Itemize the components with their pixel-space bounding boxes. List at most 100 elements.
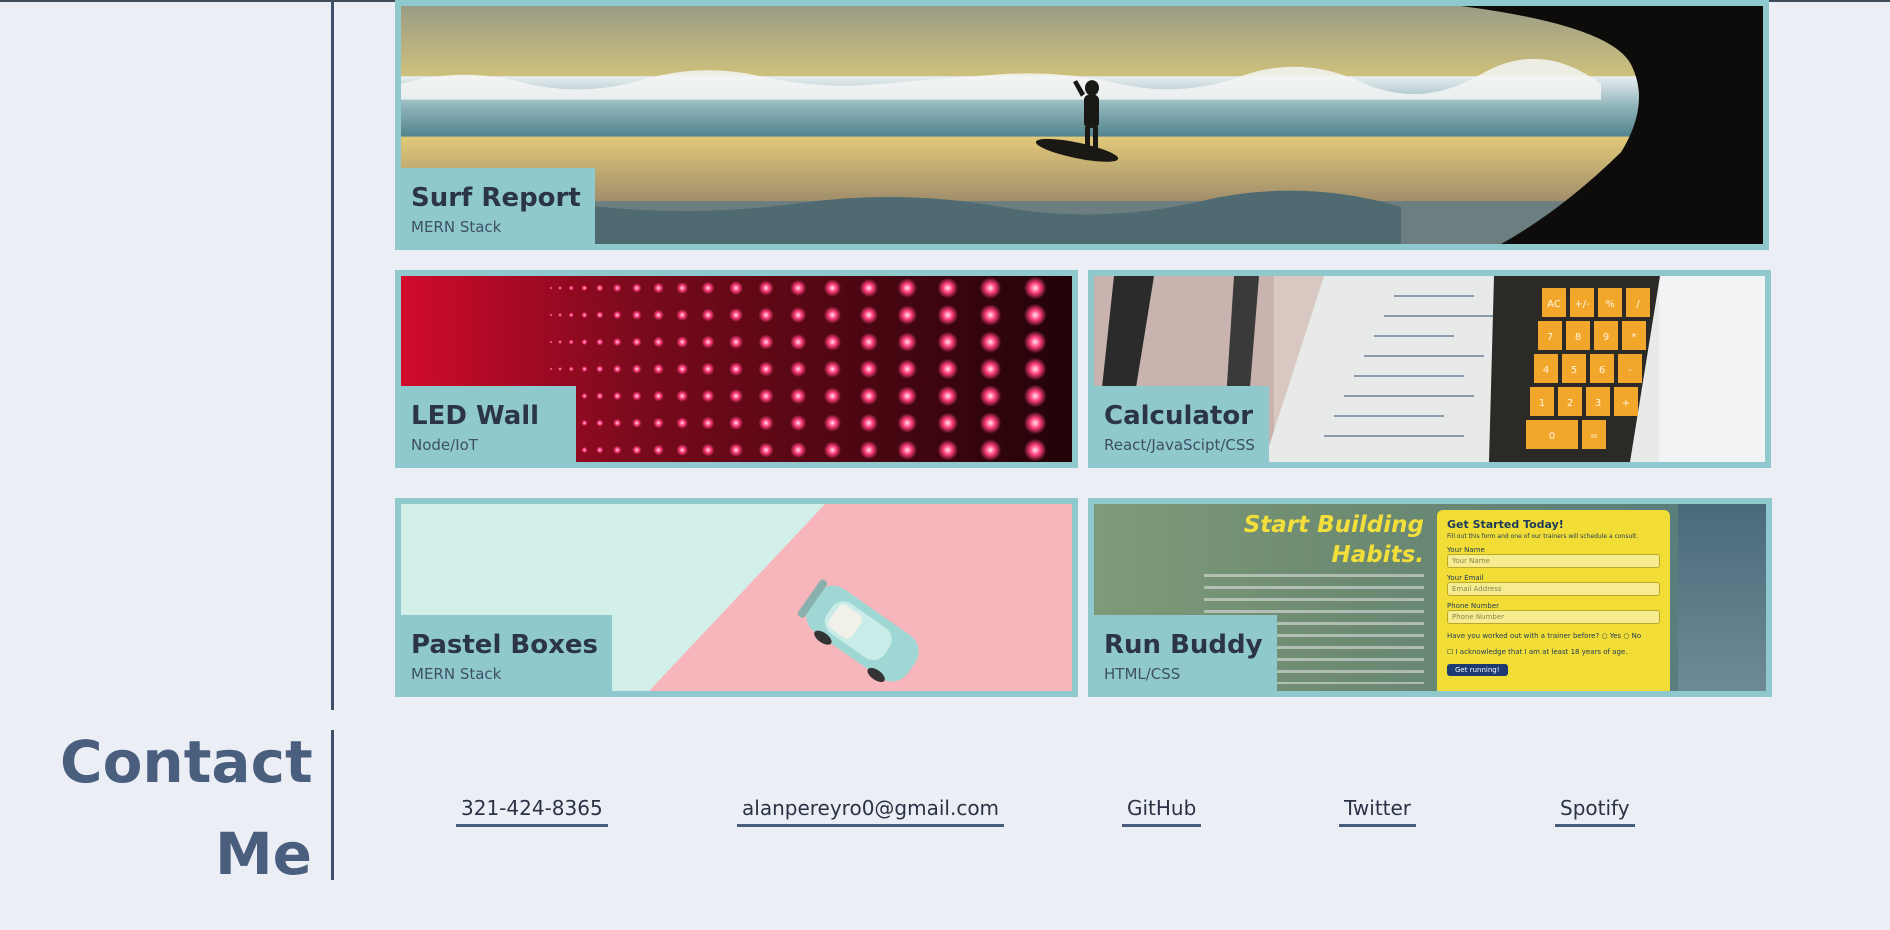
run-buddy-email-label: Your Email: [1447, 574, 1484, 582]
led-dot: [596, 311, 604, 319]
led-dot: [1023, 330, 1047, 354]
calc-key-label: 9: [1603, 332, 1609, 343]
led-dot: [632, 283, 642, 293]
led-dot: [790, 306, 807, 324]
led-dot: [632, 337, 642, 347]
led-dot: [823, 414, 842, 432]
led-dot: [897, 440, 917, 460]
github-link[interactable]: GitHub: [1122, 796, 1202, 827]
led-dot: [581, 365, 588, 373]
led-dot: [1023, 384, 1047, 408]
project-label: Calculator React/JavaScipt/CSS: [1094, 386, 1269, 462]
led-dot: [729, 362, 743, 376]
project-stack: HTML/CSS: [1104, 665, 1181, 683]
led-dot: [676, 390, 689, 402]
contact-heading-line2: Me: [214, 820, 312, 888]
led-dot: [897, 332, 917, 352]
run-buddy-trainer-question-text: Have you worked out with a trainer befor…: [1447, 632, 1600, 640]
led-dot: [596, 338, 604, 346]
project-card-led-wall[interactable]: LED Wall Node/IoT: [395, 270, 1078, 468]
calc-key-label: 1: [1539, 398, 1545, 409]
calc-key-label: 3: [1595, 398, 1601, 409]
run-buddy-form: Get Started Today! Fill out this form an…: [1437, 510, 1670, 691]
project-stack: React/JavaScipt/CSS: [1104, 436, 1255, 454]
led-dot: [897, 359, 917, 379]
project-label: Surf Report MERN Stack: [401, 168, 595, 244]
led-dot: [823, 387, 842, 405]
led-dot: [653, 309, 664, 321]
led-dot: [859, 278, 878, 298]
led-dot: [701, 362, 715, 376]
led-dot: [653, 444, 664, 456]
contact-phone-link[interactable]: 321-424-8365: [456, 796, 608, 827]
project-stack: MERN Stack: [411, 665, 502, 683]
led-dot: [653, 363, 664, 375]
led-dot: [568, 339, 574, 345]
project-label: LED Wall Node/IoT: [401, 386, 576, 462]
led-dot: [979, 439, 1002, 461]
led-dot: [823, 306, 842, 324]
twitter-link[interactable]: Twitter: [1339, 796, 1417, 827]
project-card-pastel-boxes[interactable]: Pastel Boxes MERN Stack: [395, 498, 1078, 697]
project-title: Calculator: [1104, 401, 1254, 431]
run-buddy-phone-label: Phone Number: [1447, 602, 1500, 610]
led-dot: [596, 284, 604, 292]
led-dot: [937, 331, 959, 353]
led-dot: [596, 446, 604, 454]
run-buddy-trainer-question: Have you worked out with a trainer befor…: [1447, 632, 1642, 640]
led-dot: [549, 313, 553, 317]
led-dot: [758, 307, 774, 323]
contact-heading: Contact Me: [60, 716, 313, 900]
led-dot: [676, 336, 689, 348]
led-dot: [937, 385, 959, 407]
led-dot: [937, 277, 959, 299]
calc-key-label: 7: [1547, 332, 1553, 343]
led-dot: [701, 389, 715, 403]
led-dot: [859, 386, 878, 406]
calc-key-label: +/-: [1574, 299, 1590, 310]
led-dot: [758, 280, 774, 296]
run-buddy-email-input: Email Address: [1447, 582, 1660, 596]
led-dot: [729, 443, 743, 457]
led-dot: [632, 391, 642, 401]
led-dot: [653, 336, 664, 348]
led-dot: [676, 417, 689, 429]
led-dot: [823, 279, 842, 297]
spotify-link[interactable]: Spotify: [1555, 796, 1635, 827]
calc-key-label: 5: [1571, 365, 1577, 376]
run-buddy-runner-photo: [1678, 504, 1766, 691]
led-dot: [596, 392, 604, 400]
contact-email-link[interactable]: alanpereyro0@gmail.com: [737, 796, 1005, 827]
led-dot: [897, 305, 917, 325]
calc-key-label: %: [1605, 299, 1615, 310]
led-dot: [979, 277, 1002, 299]
led-dot: [1023, 303, 1047, 327]
led-dot: [823, 360, 842, 378]
calc-key-label: *: [1632, 332, 1637, 343]
led-dot: [653, 417, 664, 429]
led-dot: [558, 312, 563, 318]
run-buddy-headline-1: Start Building: [1243, 512, 1424, 538]
led-dot: [979, 385, 1002, 407]
run-buddy-form-subtitle: Fill out this form and one of our traine…: [1447, 533, 1639, 540]
project-card-surf-report[interactable]: Surf Report MERN Stack: [395, 0, 1769, 250]
project-card-run-buddy[interactable]: Start Building Habits. Get Started Today…: [1088, 498, 1772, 697]
surf-photo: [401, 6, 1763, 244]
led-dot: [1023, 438, 1047, 462]
led-dot: [581, 311, 588, 319]
run-buddy-form-title: Get Started Today!: [1447, 518, 1564, 531]
led-dot: [790, 279, 807, 297]
led-dot: [1023, 411, 1047, 435]
run-buddy-name-input: Your Name: [1447, 554, 1660, 568]
project-label: Run Buddy HTML/CSS: [1094, 615, 1277, 691]
led-dot: [729, 416, 743, 430]
project-card-calculator[interactable]: AC +/-%/7 8 9 * 4 5 6-1 2 3 +0 = Calculator React/J…: [1088, 270, 1771, 468]
calc-key-label: 4: [1543, 365, 1549, 376]
project-stack: MERN Stack: [411, 218, 502, 236]
led-dot: [937, 412, 959, 434]
led-dot: [979, 412, 1002, 434]
led-dot: [581, 338, 588, 346]
led-dot: [549, 286, 553, 290]
project-title: Pastel Boxes: [411, 630, 598, 660]
calc-key-label: 2: [1567, 398, 1573, 409]
